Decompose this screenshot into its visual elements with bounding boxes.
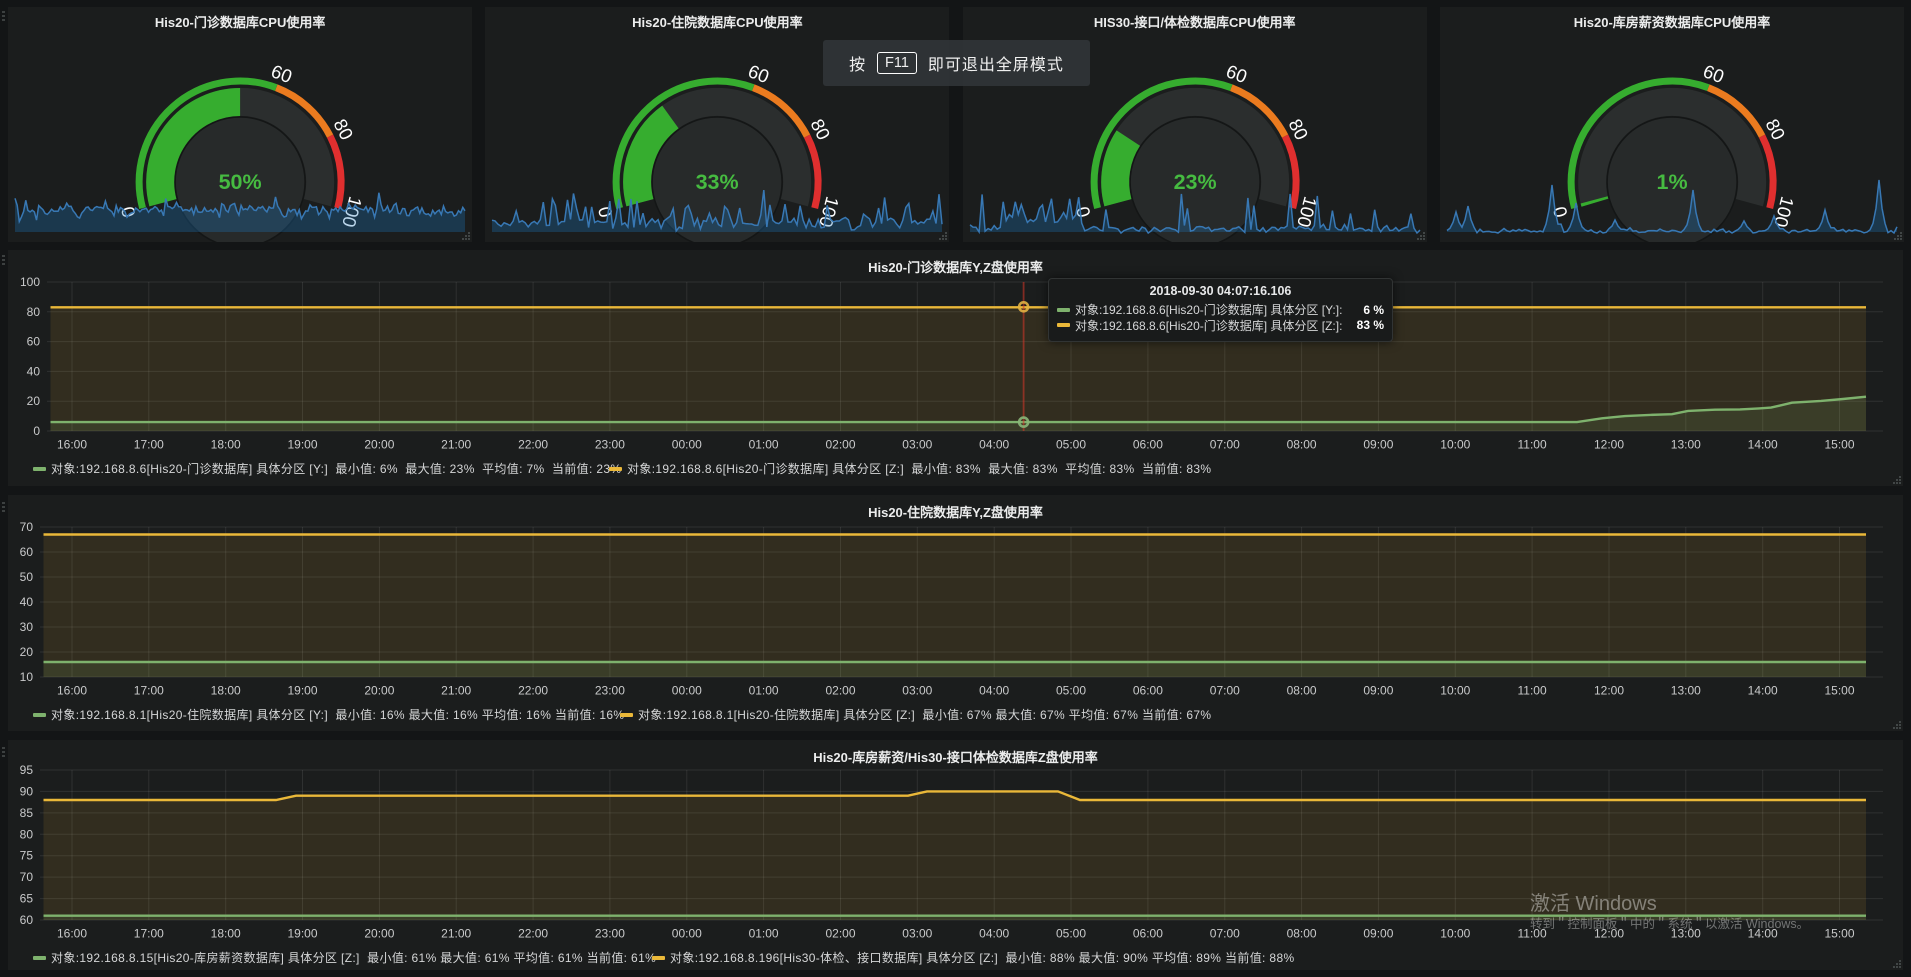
svg-text:18:00: 18:00	[211, 684, 241, 698]
svg-text:14:00: 14:00	[1748, 438, 1778, 452]
svg-text:15:00: 15:00	[1824, 684, 1854, 698]
svg-text:21:00: 21:00	[441, 684, 471, 698]
svg-text:15:00: 15:00	[1824, 438, 1854, 452]
svg-text:50: 50	[20, 570, 34, 584]
svg-text:20:00: 20:00	[364, 684, 394, 698]
svg-text:19:00: 19:00	[287, 684, 317, 698]
svg-text:05:00: 05:00	[1056, 684, 1086, 698]
svg-text:23%: 23%	[1173, 170, 1216, 194]
svg-text:85: 85	[20, 806, 34, 820]
svg-text:00:00: 00:00	[672, 927, 702, 941]
svg-text:09:00: 09:00	[1363, 438, 1393, 452]
svg-text:22:00: 22:00	[518, 438, 548, 452]
svg-text:23:00: 23:00	[595, 438, 625, 452]
svg-text:10:00: 10:00	[1440, 684, 1470, 698]
svg-text:18:00: 18:00	[211, 438, 241, 452]
svg-text:21:00: 21:00	[441, 438, 471, 452]
svg-text:16:00: 16:00	[57, 438, 87, 452]
svg-text:40: 40	[20, 595, 34, 609]
svg-text:1%: 1%	[1656, 170, 1687, 194]
svg-text:00:00: 00:00	[672, 438, 702, 452]
svg-text:00:00: 00:00	[672, 684, 702, 698]
svg-text:20:00: 20:00	[364, 927, 394, 941]
svg-text:04:00: 04:00	[979, 438, 1009, 452]
svg-text:05:00: 05:00	[1056, 927, 1086, 941]
svg-text:21:00: 21:00	[441, 927, 471, 941]
svg-text:01:00: 01:00	[749, 684, 779, 698]
svg-text:03:00: 03:00	[902, 438, 932, 452]
svg-text:19:00: 19:00	[287, 927, 317, 941]
svg-text:08:00: 08:00	[1287, 927, 1317, 941]
svg-text:05:00: 05:00	[1056, 438, 1086, 452]
svg-text:15:00: 15:00	[1824, 927, 1854, 941]
svg-text:100: 100	[20, 275, 40, 289]
svg-text:20: 20	[27, 394, 41, 408]
svg-text:08:00: 08:00	[1287, 684, 1317, 698]
svg-text:70: 70	[20, 520, 34, 534]
svg-text:17:00: 17:00	[134, 438, 164, 452]
svg-text:60: 60	[20, 545, 34, 559]
svg-text:90: 90	[20, 784, 34, 798]
svg-text:23:00: 23:00	[595, 684, 625, 698]
svg-text:12:00: 12:00	[1594, 684, 1624, 698]
svg-text:02:00: 02:00	[825, 927, 855, 941]
svg-text:22:00: 22:00	[518, 927, 548, 941]
svg-text:65: 65	[20, 892, 34, 906]
svg-text:22:00: 22:00	[518, 684, 548, 698]
svg-text:60: 60	[20, 913, 34, 927]
svg-text:0: 0	[33, 424, 40, 438]
svg-text:06:00: 06:00	[1133, 438, 1163, 452]
svg-text:02:00: 02:00	[825, 438, 855, 452]
svg-text:06:00: 06:00	[1133, 684, 1163, 698]
svg-text:18:00: 18:00	[211, 927, 241, 941]
svg-text:13:00: 13:00	[1671, 684, 1701, 698]
svg-text:04:00: 04:00	[979, 927, 1009, 941]
svg-text:80: 80	[27, 305, 41, 319]
svg-text:01:00: 01:00	[749, 438, 779, 452]
svg-text:10: 10	[20, 670, 34, 684]
svg-text:13:00: 13:00	[1671, 438, 1701, 452]
svg-text:10:00: 10:00	[1440, 927, 1470, 941]
svg-text:16:00: 16:00	[57, 684, 87, 698]
svg-text:33%: 33%	[696, 170, 739, 194]
svg-text:01:00: 01:00	[749, 927, 779, 941]
svg-text:09:00: 09:00	[1363, 684, 1393, 698]
svg-text:20:00: 20:00	[364, 438, 394, 452]
svg-text:17:00: 17:00	[134, 927, 164, 941]
svg-text:16:00: 16:00	[57, 927, 87, 941]
svg-text:14:00: 14:00	[1748, 684, 1778, 698]
svg-text:08:00: 08:00	[1287, 438, 1317, 452]
svg-text:80: 80	[20, 827, 34, 841]
svg-text:07:00: 07:00	[1210, 438, 1240, 452]
svg-text:70: 70	[20, 870, 34, 884]
svg-text:50%: 50%	[219, 170, 262, 194]
svg-text:19:00: 19:00	[287, 438, 317, 452]
svg-text:07:00: 07:00	[1210, 684, 1240, 698]
svg-text:95: 95	[20, 763, 34, 777]
svg-text:23:00: 23:00	[595, 927, 625, 941]
svg-text:07:00: 07:00	[1210, 927, 1240, 941]
svg-text:10:00: 10:00	[1440, 438, 1470, 452]
svg-text:03:00: 03:00	[902, 684, 932, 698]
svg-text:17:00: 17:00	[134, 684, 164, 698]
svg-text:06:00: 06:00	[1133, 927, 1163, 941]
svg-text:0: 0	[594, 204, 617, 219]
svg-text:60: 60	[27, 335, 41, 349]
svg-text:04:00: 04:00	[979, 684, 1009, 698]
svg-text:30: 30	[20, 620, 34, 634]
svg-text:20: 20	[20, 645, 34, 659]
svg-text:12:00: 12:00	[1594, 438, 1624, 452]
svg-text:02:00: 02:00	[825, 684, 855, 698]
svg-text:11:00: 11:00	[1518, 438, 1547, 452]
svg-text:03:00: 03:00	[902, 927, 932, 941]
svg-text:11:00: 11:00	[1518, 684, 1547, 698]
svg-text:75: 75	[20, 849, 34, 863]
svg-text:09:00: 09:00	[1363, 927, 1393, 941]
svg-text:40: 40	[27, 364, 41, 378]
